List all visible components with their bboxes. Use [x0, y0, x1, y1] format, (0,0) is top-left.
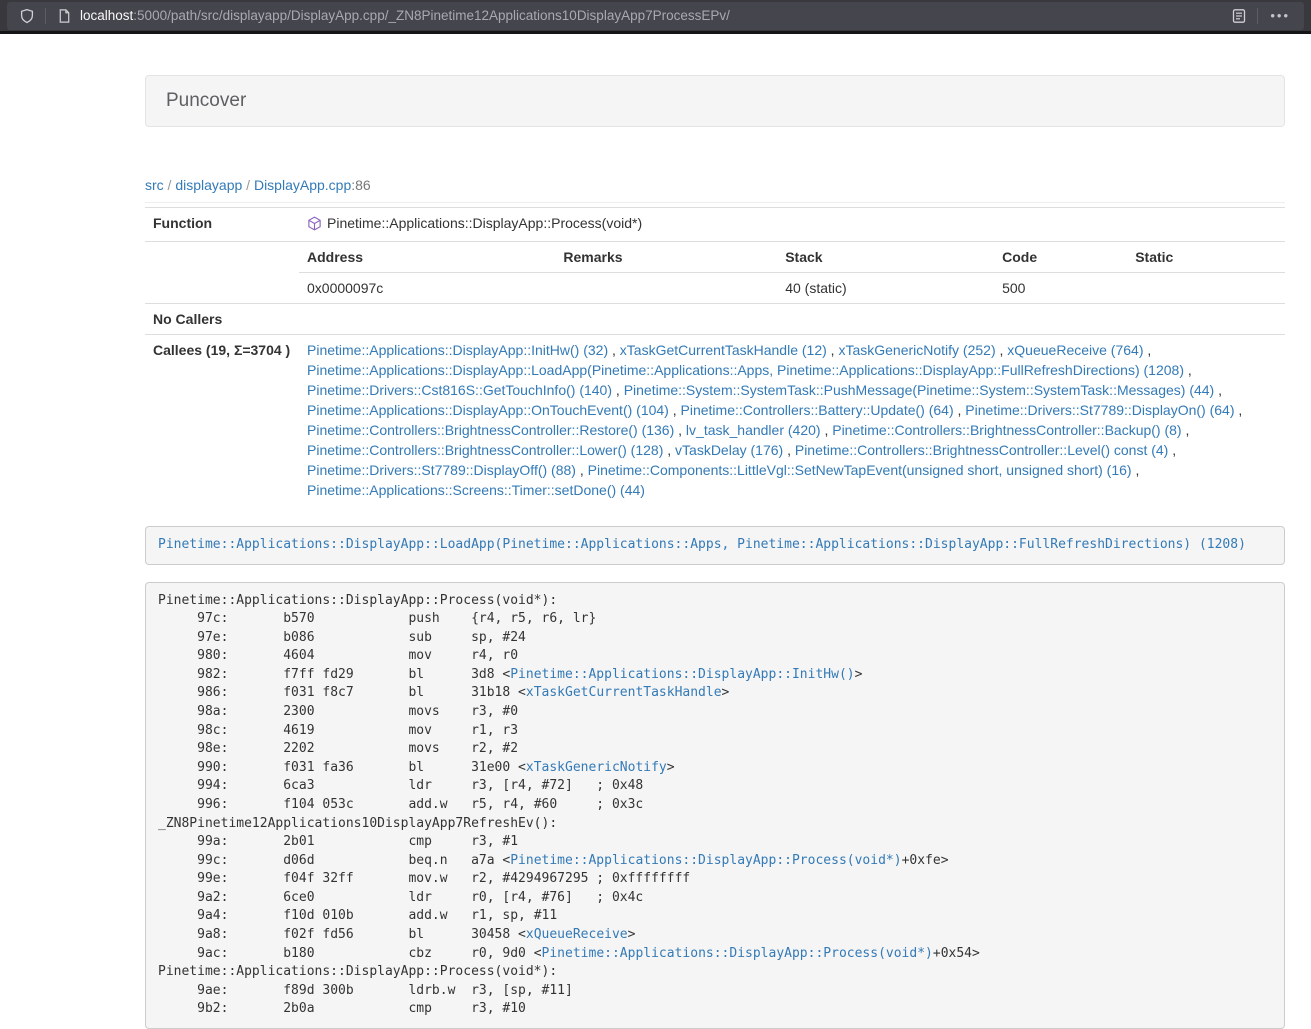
callee-separator: ,	[1132, 462, 1140, 478]
loadapp-link[interactable]: Pinetime::Applications::DisplayApp::Load…	[158, 537, 1246, 552]
callees-label: Callees (19, Σ=3704 )	[145, 335, 299, 506]
callee-separator: ,	[827, 342, 839, 358]
callee-link[interactable]: Pinetime::Drivers::St7789::DisplayOff() …	[307, 462, 576, 478]
callee-link[interactable]: Pinetime::Controllers::Battery::Update()…	[681, 402, 954, 418]
column-header-stack: Stack	[777, 242, 994, 273]
app-title-panel: Puncover	[145, 75, 1285, 127]
disasm-symbol-link[interactable]: Pinetime::Applications::DisplayApp::Proc…	[510, 853, 901, 868]
stats-data-row: 0x0000097c 40 (static) 500	[299, 273, 1285, 304]
callee-separator: ,	[608, 342, 620, 358]
breadcrumb-separator: /	[164, 177, 176, 193]
column-header-remarks: Remarks	[555, 242, 777, 273]
callee-link[interactable]: Pinetime::Applications::DisplayApp::Init…	[307, 342, 608, 358]
address-cell: 0x0000097c	[299, 273, 555, 304]
url-bar[interactable]: localhost:5000/path/src/displayapp/Displ…	[7, 2, 1304, 30]
callee-link[interactable]: Pinetime::Controllers::BrightnessControl…	[795, 442, 1168, 458]
callee-separator: ,	[1214, 382, 1222, 398]
column-header-static: Static	[1127, 242, 1285, 273]
shield-icon[interactable]	[17, 6, 37, 26]
callee-separator: ,	[821, 422, 833, 438]
callee-link[interactable]: Pinetime::Controllers::BrightnessControl…	[307, 422, 674, 438]
page-container: Puncover src / displayapp / DisplayApp.c…	[145, 75, 1285, 1029]
callee-link[interactable]: Pinetime::Applications::Screens::Timer::…	[307, 482, 645, 498]
callee-link[interactable]: Pinetime::Controllers::BrightnessControl…	[832, 422, 1181, 438]
disasm-symbol-link[interactable]: Pinetime::Applications::DisplayApp::Proc…	[542, 946, 933, 961]
reader-mode-icon[interactable]	[1229, 6, 1249, 26]
callee-separator: ,	[996, 342, 1008, 358]
function-row-label: Function	[145, 208, 299, 242]
callee-separator: ,	[1182, 422, 1190, 438]
callees-list: Pinetime::Applications::DisplayApp::Init…	[299, 335, 1285, 506]
function-name: Pinetime::Applications::DisplayApp::Proc…	[327, 215, 642, 231]
urlbar-divider	[1257, 8, 1258, 24]
callee-separator: ,	[576, 462, 588, 478]
callee-separator: ,	[663, 442, 675, 458]
breadcrumb-link[interactable]: displayapp	[175, 177, 242, 193]
callee-separator: ,	[1143, 342, 1151, 358]
url-text[interactable]: localhost:5000/path/src/displayapp/Displ…	[80, 8, 1229, 23]
symbol-cube-icon	[307, 216, 322, 236]
callee-separator: ,	[1168, 442, 1176, 458]
disasm-symbol-link[interactable]: xTaskGenericNotify	[526, 760, 667, 775]
page-info-icon[interactable]	[54, 6, 74, 26]
callee-link[interactable]: Pinetime::System::SystemTask::PushMessag…	[624, 382, 1215, 398]
disasm-symbol-link[interactable]: xTaskGetCurrentTaskHandle	[526, 685, 722, 700]
symbol-stats-table: Address Remarks Stack Code Static 0x0000…	[299, 242, 1285, 303]
no-callers-row: No Callers	[145, 304, 1285, 335]
disassembly-block: Pinetime::Applications::DisplayApp::Proc…	[145, 582, 1285, 1029]
breadcrumb-separator: /	[242, 177, 254, 193]
callee-separator: ,	[669, 402, 681, 418]
static-cell	[1127, 273, 1285, 304]
stats-row: Address Remarks Stack Code Static 0x0000…	[145, 242, 1285, 304]
breadcrumb-link[interactable]: src	[145, 177, 164, 193]
callees-row: Callees (19, Σ=3704 ) Pinetime::Applicat…	[145, 335, 1285, 506]
callee-link[interactable]: Pinetime::Applications::DisplayApp::Load…	[307, 362, 1184, 378]
browser-toolbar: localhost:5000/path/src/displayapp/Displ…	[0, 0, 1311, 34]
app-title: Puncover	[166, 90, 246, 111]
disasm-symbol-link[interactable]: Pinetime::Applications::DisplayApp::Init…	[510, 667, 854, 682]
function-row: Function Pinetime::Applications::Display…	[145, 208, 1285, 242]
page-actions-menu-icon[interactable]: •••	[1266, 8, 1294, 23]
callee-link[interactable]: Pinetime::Applications::DisplayApp::OnTo…	[307, 402, 669, 418]
callee-link[interactable]: Pinetime::Drivers::St7789::DisplayOn() (…	[965, 402, 1234, 418]
stack-cell: 40 (static)	[777, 273, 994, 304]
code-cell: 500	[994, 273, 1127, 304]
disasm-symbol-link[interactable]: xQueueReceive	[526, 927, 628, 942]
no-callers-label: No Callers	[145, 304, 299, 335]
callee-separator: ,	[783, 442, 795, 458]
callee-separator: ,	[674, 422, 686, 438]
callee-link[interactable]: Pinetime::Components::LittleVgl::SetNewT…	[588, 462, 1132, 478]
breadcrumb-line-number: :86	[351, 177, 370, 193]
column-header-address: Address	[299, 242, 555, 273]
callee-link[interactable]: xQueueReceive (764)	[1007, 342, 1143, 358]
divider	[145, 202, 1285, 203]
callee-link[interactable]: lv_task_handler (420)	[686, 422, 821, 438]
remarks-cell	[555, 273, 777, 304]
loadapp-snippet-block: Pinetime::Applications::DisplayApp::Load…	[145, 526, 1285, 565]
callee-separator: ,	[612, 382, 624, 398]
callee-link[interactable]: xTaskGenericNotify (252)	[838, 342, 995, 358]
callee-separator: ,	[1184, 362, 1192, 378]
symbol-table: Function Pinetime::Applications::Display…	[145, 207, 1285, 505]
callee-link[interactable]: xTaskGetCurrentTaskHandle (12)	[620, 342, 827, 358]
callee-link[interactable]: vTaskDelay (176)	[675, 442, 783, 458]
breadcrumb: src / displayapp / DisplayApp.cpp:86	[145, 177, 1285, 193]
url-path: :5000/path/src/displayapp/DisplayApp.cpp…	[133, 8, 730, 23]
callee-link[interactable]: Pinetime::Drivers::Cst816S::GetTouchInfo…	[307, 382, 612, 398]
callee-separator: ,	[954, 402, 966, 418]
column-header-code: Code	[994, 242, 1127, 273]
breadcrumb-link[interactable]: DisplayApp.cpp	[254, 177, 351, 193]
url-host: localhost	[80, 8, 133, 23]
callee-link[interactable]: Pinetime::Controllers::BrightnessControl…	[307, 442, 663, 458]
urlbar-divider	[45, 8, 46, 24]
callee-separator: ,	[1235, 402, 1243, 418]
